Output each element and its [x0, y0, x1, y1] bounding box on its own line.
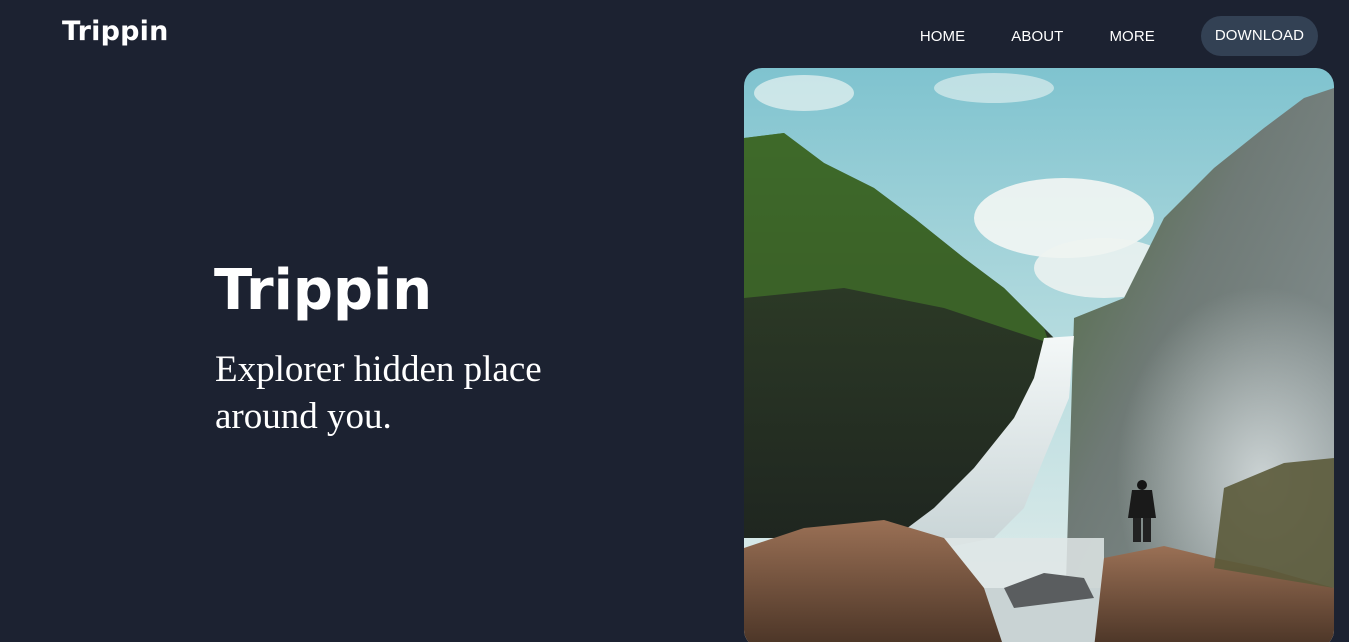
download-button[interactable]: DOWNLOAD [1200, 16, 1318, 56]
waterfall-photo [744, 68, 1334, 642]
nav-more-link[interactable]: MORE [1109, 28, 1154, 45]
nav-home-link[interactable]: HOME [920, 28, 965, 45]
nav-about-link[interactable]: ABOUT [1011, 28, 1063, 45]
logo[interactable]: Trippin [62, 16, 169, 47]
page: Trippin HOME ABOUT MORE DOWNLOAD Trippin… [0, 0, 1349, 642]
hero-title: Trippin [214, 258, 433, 323]
main-nav: HOME ABOUT MORE DOWNLOAD [920, 16, 1318, 56]
hero-subtitle: Explorer hidden place around you. [215, 349, 542, 437]
